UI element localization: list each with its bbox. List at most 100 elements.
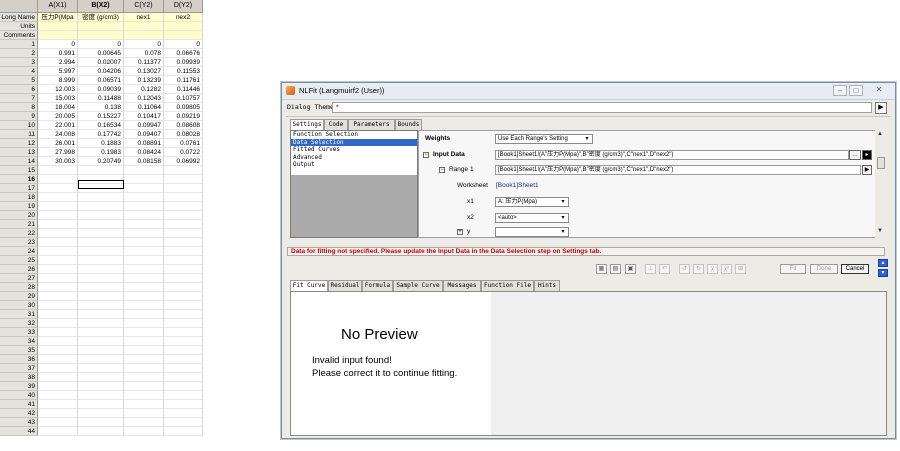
cell-b[interactable]: 0.15227 (78, 112, 124, 121)
cell-d[interactable] (164, 211, 203, 220)
nav-item-fitted-curves[interactable]: Fitted Curves (291, 146, 417, 154)
cell-d[interactable] (164, 337, 203, 346)
long-name-cell-b[interactable]: 密度 (g/cm3) (78, 13, 124, 22)
tab-code[interactable]: Code (324, 119, 348, 130)
row-header[interactable]: 6 (0, 85, 38, 94)
cell-d[interactable]: 0.08028 (164, 130, 203, 139)
cell-a[interactable]: 12.003 (38, 85, 78, 94)
input-data-browse-button[interactable]: … (849, 150, 861, 160)
cell-a[interactable] (38, 355, 78, 364)
long-name-cell-c[interactable]: nex1 (124, 13, 164, 22)
row-header[interactable]: 38 (0, 373, 38, 382)
cell-a[interactable]: 30.003 (38, 157, 78, 166)
row-header[interactable]: 24 (0, 247, 38, 256)
input-data-field[interactable]: [Book1]Sheet1!(A"压力P(Mpa)",B"密度 (g/cm3)"… (495, 150, 849, 160)
cell-b[interactable]: 0.138 (78, 103, 124, 112)
cell-c[interactable] (124, 337, 164, 346)
cell-b[interactable] (78, 409, 124, 418)
cell-d[interactable] (164, 409, 203, 418)
cell-a[interactable] (38, 247, 78, 256)
cell-d[interactable]: 0.11553 (164, 67, 203, 76)
maximize-button[interactable]: □ (849, 85, 863, 96)
row-header[interactable]: 2 (0, 49, 38, 58)
nav-item-data-selection[interactable]: Data Selection (291, 138, 417, 146)
row-header[interactable]: 10 (0, 121, 38, 130)
cell-c[interactable] (124, 283, 164, 292)
settings-scrollbar[interactable]: ▲ ▼ (875, 130, 886, 238)
cell-c[interactable]: 0.11064 (124, 103, 164, 112)
cell-d[interactable]: 0.0761 (164, 139, 203, 148)
row-label-units[interactable]: Units (0, 22, 38, 31)
sheet-corner[interactable] (0, 0, 38, 13)
cell-d[interactable] (164, 292, 203, 301)
scroll-down-icon[interactable]: ▼ (877, 228, 883, 234)
cell-a[interactable]: 20.005 (38, 112, 78, 121)
cell-a[interactable] (38, 238, 78, 247)
cell-b[interactable] (78, 193, 124, 202)
cell-d[interactable] (164, 373, 203, 382)
cell-c[interactable]: 0.13239 (124, 76, 164, 85)
cell-b[interactable]: 0.20749 (78, 157, 124, 166)
range-field[interactable]: [Book1]Sheet1!(A"压力P(Mpa)",B"密度 (g/cm3)"… (495, 165, 861, 175)
minimize-button[interactable]: – (833, 85, 847, 96)
new-report-icon[interactable]: ▦ (596, 264, 607, 274)
cell-d[interactable] (164, 265, 203, 274)
comments-cell[interactable] (164, 31, 203, 40)
cell-c[interactable] (124, 391, 164, 400)
long-name-cell-d[interactable]: nex2 (164, 13, 203, 22)
collapse-up-icon[interactable]: ▲ (878, 259, 888, 267)
cell-a[interactable] (38, 193, 78, 202)
cell-d[interactable]: 0.08608 (164, 121, 203, 130)
cell-c[interactable] (124, 418, 164, 427)
cell-a[interactable] (38, 292, 78, 301)
cell-b[interactable]: 0.16534 (78, 121, 124, 130)
cell-d[interactable]: 0.11761 (164, 76, 203, 85)
cell-d[interactable] (164, 220, 203, 229)
cell-d[interactable] (164, 274, 203, 283)
cell-b[interactable] (78, 346, 124, 355)
column-header-b[interactable]: B(X2) (78, 0, 124, 13)
chi-square-icon[interactable]: χ (707, 264, 718, 274)
cell-a[interactable] (38, 328, 78, 337)
fit-button[interactable]: Fit (780, 264, 806, 274)
units-cell[interactable] (38, 22, 78, 31)
row-header[interactable]: 35 (0, 346, 38, 355)
row-header[interactable]: 7 (0, 94, 38, 103)
row-header[interactable]: 15 (0, 166, 38, 175)
row-header[interactable]: 34 (0, 337, 38, 346)
cell-c[interactable]: 0.10417 (124, 112, 164, 121)
tab-formula[interactable]: Formula (362, 280, 393, 291)
cell-d[interactable] (164, 193, 203, 202)
y-select[interactable]: ▾ (495, 227, 569, 237)
cell-b[interactable] (78, 283, 124, 292)
tab-function-file[interactable]: Function File (481, 280, 534, 291)
cell-d[interactable] (164, 391, 203, 400)
title-bar[interactable]: NLFit (Langmuirf2 (User)) – □ ✕ (282, 83, 895, 100)
cell-c[interactable]: 0.08158 (124, 157, 164, 166)
cell-d[interactable]: 0.06992 (164, 157, 203, 166)
row-header[interactable]: 31 (0, 310, 38, 319)
cell-a[interactable] (38, 346, 78, 355)
cell-b[interactable] (78, 265, 124, 274)
row-label-long-name[interactable]: Long Name (0, 13, 38, 22)
column-header-d[interactable]: D(Y2) (164, 0, 203, 13)
active-cell-cursor[interactable] (78, 180, 124, 189)
dialog-theme-select[interactable]: * (332, 102, 872, 113)
row-header[interactable]: 14 (0, 157, 38, 166)
cell-b[interactable]: 0.04206 (78, 67, 124, 76)
cell-d[interactable] (164, 166, 203, 175)
row-header[interactable]: 21 (0, 220, 38, 229)
cell-a[interactable]: 22.001 (38, 121, 78, 130)
column-header-c[interactable]: C(Y2) (124, 0, 164, 13)
cell-c[interactable] (124, 427, 164, 436)
weights-select[interactable]: Use Each Range's Setting ▾ (495, 134, 593, 144)
cell-d[interactable] (164, 427, 203, 436)
units-cell[interactable] (78, 22, 124, 31)
cell-b[interactable] (78, 274, 124, 283)
cell-c[interactable]: 0.08891 (124, 139, 164, 148)
cell-a[interactable] (38, 166, 78, 175)
row-header[interactable]: 19 (0, 202, 38, 211)
cell-c[interactable] (124, 400, 164, 409)
cell-c[interactable] (124, 211, 164, 220)
fit-mode-icon[interactable]: ⊞ (735, 264, 746, 274)
